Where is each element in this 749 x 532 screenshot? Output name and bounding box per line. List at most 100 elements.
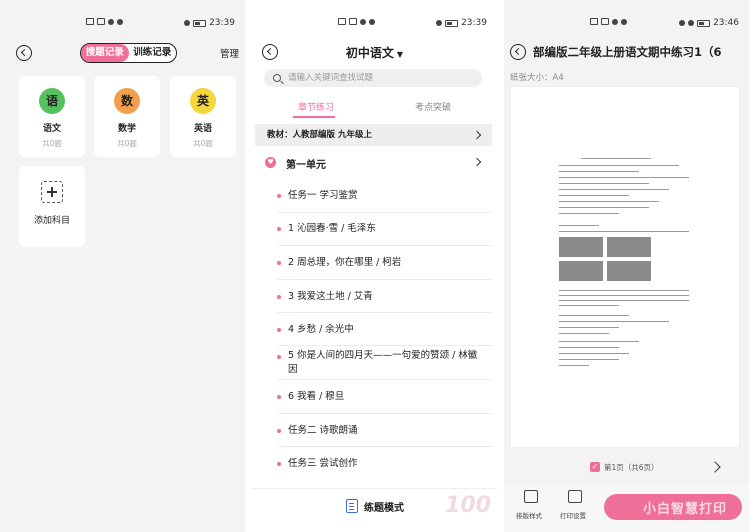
document-text-line bbox=[559, 300, 689, 301]
document-text-line bbox=[559, 321, 669, 322]
print-preview-screen: 23:46 部编版二年级上册语文期中练习1（6 纸张大小：A4 ✓ 第1页（共6… bbox=[504, 0, 749, 532]
textbook-label: 教材：人教部编版 九年级上 bbox=[267, 130, 372, 140]
unit-header[interactable]: ♥ 第一单元 bbox=[255, 150, 492, 176]
unit-label: 第一单元 bbox=[286, 160, 326, 171]
subject-card-math[interactable]: 数 数学 共0题 bbox=[94, 76, 160, 157]
bluetooth-icon bbox=[184, 20, 191, 26]
subject-name: 数学 bbox=[117, 124, 136, 134]
lesson-item[interactable]: 任务二 诗歌朗诵 bbox=[277, 414, 492, 447]
notification-icon bbox=[349, 18, 357, 25]
bullet-icon bbox=[277, 328, 281, 332]
status-bar: 23:39 bbox=[0, 18, 245, 32]
textbook-selector[interactable]: 教材：人教部编版 九年级上 bbox=[255, 124, 492, 146]
lesson-item[interactable]: 任务一 学习鉴赏 bbox=[277, 180, 492, 213]
page-indicator: ✓ 第1页（共6页） bbox=[504, 458, 749, 480]
add-icon bbox=[41, 181, 63, 203]
subject-badge: 英 bbox=[190, 88, 216, 114]
document-text-line bbox=[559, 207, 649, 208]
header: 搜题记录 训练记录 管理 bbox=[0, 38, 245, 66]
paper-size: 纸张大小：A4 bbox=[510, 73, 564, 83]
chat-icon bbox=[369, 18, 375, 25]
layout-style-icon[interactable] bbox=[524, 490, 538, 503]
practice-mode-button[interactable]: 练题模式 bbox=[364, 499, 404, 514]
document-text-line bbox=[559, 189, 669, 190]
bullet-icon bbox=[277, 395, 281, 399]
lesson-item[interactable]: 3 我爱这土地 / 艾青 bbox=[277, 280, 492, 313]
bluetooth-icon bbox=[679, 20, 686, 26]
lesson-title: 任务二 诗歌朗诵 bbox=[288, 425, 358, 436]
bullet-icon bbox=[277, 462, 281, 466]
wifi-icon bbox=[360, 18, 366, 25]
document-text-line bbox=[559, 365, 589, 366]
document-text-line bbox=[559, 171, 639, 172]
battery-icon bbox=[445, 19, 459, 27]
lesson-item[interactable]: 4 乡愁 / 余光中 bbox=[277, 313, 492, 346]
practice-mode-bar: 练题模式 100 bbox=[252, 488, 497, 532]
back-icon[interactable] bbox=[16, 45, 32, 61]
header: 初中语文 ▼ bbox=[252, 40, 497, 64]
wifi-icon bbox=[612, 18, 618, 25]
lesson-item[interactable]: 1 沁园春·雪 / 毛泽东 bbox=[277, 213, 492, 246]
score-watermark: 100 bbox=[445, 493, 491, 518]
lesson-item[interactable]: 6 我看 / 穆旦 bbox=[277, 380, 492, 414]
subject-name: 英语 bbox=[193, 124, 212, 134]
lesson-item[interactable]: 5 你是人间的四月天——一句爱的赞颂 / 林徽因 bbox=[277, 346, 492, 380]
location-icon bbox=[688, 20, 695, 26]
tab-chapter-practice[interactable]: 章节练习 bbox=[298, 100, 334, 113]
document-image bbox=[607, 261, 651, 281]
back-icon[interactable] bbox=[510, 44, 526, 60]
subject-count: 共0题 bbox=[193, 139, 213, 148]
record-tabs: 搜题记录 训练记录 bbox=[80, 43, 177, 63]
document-text-line bbox=[559, 347, 619, 348]
lesson-title: 5 你是人间的四月天——一句爱的赞颂 / 林徽因 bbox=[288, 350, 478, 375]
status-time: 23:39 bbox=[461, 18, 487, 28]
document-text-line bbox=[559, 359, 619, 360]
document-image bbox=[559, 237, 603, 257]
document-preview[interactable] bbox=[510, 86, 740, 448]
status-bar: 23:39 bbox=[252, 18, 497, 32]
search-icon bbox=[273, 74, 281, 82]
subject-dropdown[interactable]: 初中语文 ▼ bbox=[252, 44, 497, 61]
chat-icon bbox=[117, 18, 123, 25]
chevron-right-icon bbox=[472, 157, 482, 167]
add-subject-button[interactable]: 添加科目 bbox=[19, 166, 85, 247]
header: 部编版二年级上册语文期中练习1（6 bbox=[504, 40, 749, 64]
lesson-title: 任务三 尝试创作 bbox=[288, 458, 358, 469]
battery-icon bbox=[193, 19, 207, 27]
layout-style-label: 排版样式 bbox=[516, 512, 542, 520]
page-label: 第1页（共6页） bbox=[604, 463, 659, 472]
document-image bbox=[607, 237, 651, 257]
next-page-icon[interactable] bbox=[709, 461, 721, 473]
document-text-line bbox=[559, 295, 689, 296]
lesson-item[interactable]: 任务三 尝试创作 bbox=[277, 447, 492, 481]
page-checkbox[interactable]: ✓ bbox=[590, 462, 600, 472]
status-time: 23:46 bbox=[713, 18, 739, 28]
notification-icon bbox=[97, 18, 105, 25]
document-text-line bbox=[559, 327, 619, 328]
subject-count: 共0题 bbox=[42, 139, 62, 148]
print-settings-icon[interactable] bbox=[568, 490, 582, 503]
manage-button[interactable]: 管理 bbox=[220, 46, 239, 60]
document-text-line bbox=[559, 341, 639, 342]
tab-training-records[interactable]: 训练记录 bbox=[129, 44, 177, 62]
document-text-line bbox=[559, 353, 629, 354]
document-image bbox=[559, 261, 603, 281]
notification-icon bbox=[601, 18, 609, 25]
bullet-icon bbox=[277, 227, 281, 231]
subject-card-english[interactable]: 英 英语 共0题 bbox=[170, 76, 236, 157]
lesson-item[interactable]: 2 周总理，你在哪里 / 柯岩 bbox=[277, 246, 492, 280]
tab-key-points[interactable]: 考点突破 bbox=[415, 100, 451, 113]
bullet-icon bbox=[277, 261, 281, 265]
tab-search-records[interactable]: 搜题记录 bbox=[81, 44, 129, 62]
notification-icon bbox=[86, 18, 94, 25]
lesson-title: 3 我爱这土地 / 艾青 bbox=[288, 291, 373, 302]
chapter-practice-screen: 23:39 初中语文 ▼ 请输入关键词查找试题 章节练习 考点突破 教材：人教部编… bbox=[252, 0, 497, 532]
subject-card-chinese[interactable]: 语 语文 共0题 bbox=[19, 76, 85, 157]
bullet-icon bbox=[277, 429, 281, 433]
records-screen: 23:39 搜题记录 训练记录 管理 语 语文 共0题 数 数学 共0题 英 英… bbox=[0, 0, 245, 532]
search-input[interactable]: 请输入关键词查找试题 bbox=[264, 69, 482, 87]
bluetooth-icon bbox=[436, 20, 443, 26]
subject-count: 共0题 bbox=[117, 139, 137, 148]
battery-icon bbox=[697, 19, 711, 27]
document-text-line bbox=[559, 315, 629, 316]
